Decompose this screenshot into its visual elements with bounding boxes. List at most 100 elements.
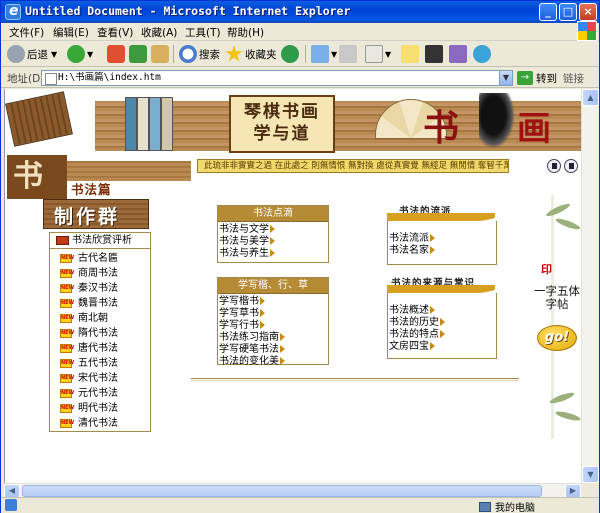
link-item[interactable]: 学写楷书 [219, 296, 328, 308]
list-item[interactable]: NEW 明代书法 [50, 401, 150, 416]
mail-icon [311, 45, 329, 63]
link-item[interactable]: 文房四宝 [389, 341, 496, 353]
list-item[interactable]: NEW 古代名匾 [50, 251, 150, 266]
leaf [554, 216, 581, 232]
forward-button[interactable]: ▼ [67, 44, 93, 64]
back-button[interactable]: 后退 ▼ [7, 44, 57, 64]
arrow-right-icon [430, 246, 435, 254]
arrow-right-icon [440, 318, 445, 326]
copybook-link[interactable]: 一字五体 字帖 [533, 285, 581, 313]
scroll-left-button[interactable]: ◀ [4, 484, 20, 498]
list-item[interactable]: NEW 南北朝 [50, 311, 150, 326]
edit-button[interactable]: ▼ [365, 44, 391, 64]
chevron-down-icon: ▼ [331, 49, 338, 59]
link-label: 文房四宝 [389, 341, 429, 352]
list-item[interactable]: NEW 宋代书法 [50, 371, 150, 386]
new-badge-icon: NEW [60, 299, 75, 308]
go-link-button[interactable]: go! [537, 325, 577, 351]
play-button[interactable] [547, 159, 561, 173]
link-item[interactable]: 学写草书 [219, 308, 328, 320]
music-player [547, 159, 579, 175]
link-item[interactable]: 书法练习指南 [219, 332, 328, 344]
tool-icon [449, 45, 467, 63]
menu-favorites[interactable]: 收藏(A) [141, 25, 177, 40]
favorites-button[interactable]: 收藏夹 [225, 44, 277, 64]
dynasty-list-title: 书法欣赏评析 [72, 235, 132, 246]
box-header: 书法点滴 [218, 206, 328, 222]
list-item-label: 五代书法 [78, 358, 118, 369]
link-item[interactable]: 学写硬笔书法 [219, 344, 328, 356]
list-item-label: 商周书法 [78, 268, 118, 279]
new-badge-icon: NEW [60, 359, 75, 368]
list-item[interactable]: NEW 元代书法 [50, 386, 150, 401]
list-item-label: 元代书法 [78, 388, 118, 399]
credits-link[interactable]: 制作群 [43, 199, 149, 229]
history-button[interactable] [281, 44, 301, 64]
menu-view[interactable]: 查看(V) [97, 25, 133, 40]
menu-edit[interactable]: 编辑(E) [53, 25, 89, 40]
address-dropdown-button[interactable]: ▼ [499, 70, 513, 86]
link-item[interactable]: 书法与美学 [219, 236, 328, 248]
print-button[interactable] [339, 44, 359, 64]
menu-bar: 文件(F) 编辑(E) 查看(V) 收藏(A) 工具(T) 帮助(H) [1, 23, 599, 41]
link-item[interactable]: 书法流派 [389, 233, 496, 245]
link-item[interactable]: 书法的历史 [389, 317, 496, 329]
home-icon [151, 45, 169, 63]
menu-tools[interactable]: 工具(T) [185, 25, 221, 40]
arrow-right-icon [270, 225, 275, 233]
site-banner: 琴棋书画 学与道 书 画 [5, 89, 581, 155]
zone-label: 我的电脑 [495, 503, 535, 513]
scroll-down-button[interactable]: ▼ [582, 466, 599, 483]
tool-button[interactable] [449, 44, 469, 64]
horizontal-scrollbar[interactable]: ◀ ▶ [4, 483, 581, 498]
list-item[interactable]: NEW 唐代书法 [50, 341, 150, 356]
link-item[interactable]: 书法与养生 [219, 248, 328, 260]
note-button[interactable] [401, 44, 421, 64]
list-item[interactable]: NEW 五代书法 [50, 356, 150, 371]
list-item[interactable]: NEW 清代书法 [50, 416, 150, 431]
minimize-button[interactable]: _ [539, 3, 557, 21]
links-button[interactable]: 链接 [563, 71, 584, 86]
address-input[interactable]: H:\书画篇\index.htm [41, 70, 513, 86]
link-label: 书法与美学 [219, 236, 269, 247]
search-button[interactable]: 搜索 [179, 44, 220, 64]
link-item[interactable]: 学写行书 [219, 320, 328, 332]
research-button[interactable] [425, 44, 445, 64]
link-label: 书法名家 [389, 245, 429, 256]
go-button[interactable]: → 转到 [517, 70, 557, 86]
home-button[interactable] [151, 44, 171, 64]
vertical-scrollbar[interactable]: ▲ ▼ [581, 89, 599, 483]
scroll-up-button[interactable]: ▲ [582, 89, 599, 106]
list-item[interactable]: NEW 商周书法 [50, 266, 150, 281]
new-badge-icon: NEW [60, 284, 75, 293]
list-item[interactable]: NEW 魏晋书法 [50, 296, 150, 311]
box-links: 学写楷书 学写草书 学写行书 书法练习指南 学写硬笔书法 书法的变化美 [218, 294, 328, 368]
link-label: 书法的变化美 [219, 356, 279, 367]
refresh-button[interactable] [129, 44, 149, 64]
link-item[interactable]: 书法的特点 [389, 329, 496, 341]
link-item[interactable]: 书法的变化美 [219, 356, 328, 368]
messenger-icon [473, 45, 491, 63]
menu-file[interactable]: 文件(F) [9, 25, 44, 40]
favorites-label: 收藏夹 [245, 48, 277, 61]
link-item[interactable]: 书法概述 [389, 305, 496, 317]
list-item[interactable]: NEW 秦汉书法 [50, 281, 150, 296]
messenger-button[interactable] [473, 44, 493, 64]
link-item[interactable]: 书法与文学 [219, 224, 328, 236]
link-item[interactable]: 书法名家 [389, 245, 496, 257]
chevron-down-icon: ▼ [51, 49, 58, 59]
mail-button[interactable]: ▼ [311, 44, 337, 64]
list-item-label: 明代书法 [78, 403, 118, 414]
arrow-right-icon [430, 234, 435, 242]
menu-help[interactable]: 帮助(H) [227, 25, 264, 40]
list-item[interactable]: NEW 隋代书法 [50, 326, 150, 341]
scroll-right-button[interactable]: ▶ [565, 484, 581, 498]
list-item-label: 南北朝 [78, 313, 108, 324]
stop-music-button[interactable] [564, 159, 578, 173]
seal-icon: 印 [541, 263, 552, 276]
stop-button[interactable] [107, 44, 127, 64]
new-badge-icon: NEW [60, 389, 75, 398]
scroll-thumb[interactable] [22, 485, 542, 497]
maximize-button[interactable]: □ [559, 3, 577, 21]
close-button[interactable]: × [579, 3, 597, 21]
